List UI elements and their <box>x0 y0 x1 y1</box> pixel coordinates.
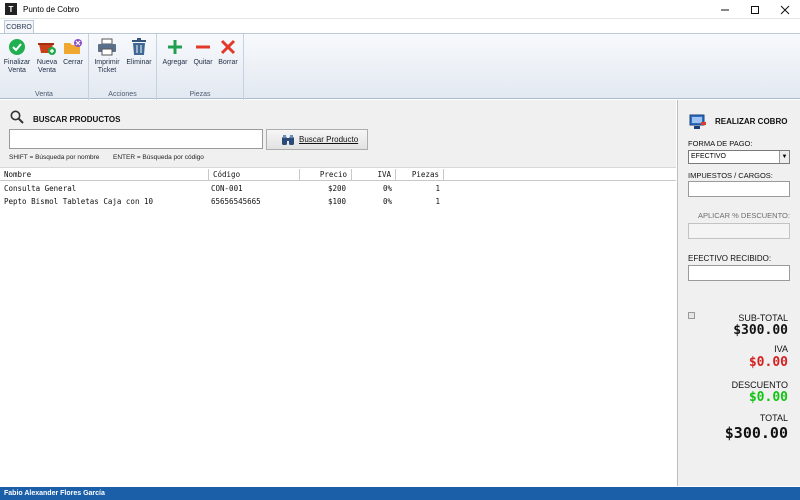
window-controls <box>710 0 800 19</box>
maximize-icon <box>751 5 759 14</box>
plus-icon <box>165 37 185 57</box>
group-label-venta: Venta <box>35 91 53 98</box>
basket-add-icon <box>37 37 57 57</box>
finalizar-venta-button[interactable]: Finalizar Venta <box>3 37 31 75</box>
efectivo-label: EFECTIVO RECIBIDO: <box>688 254 772 263</box>
hint-shift: SHIFT = Búsqueda por nombre <box>9 154 100 161</box>
eliminar-button[interactable]: Eliminar <box>125 37 153 67</box>
finalizar-label-1: Finalizar <box>3 59 31 66</box>
imprimir-label-1: Imprimir <box>94 59 120 66</box>
subtotal-value: $300.00 <box>733 323 788 338</box>
nueva-label-1: Nueva <box>36 59 58 66</box>
finalizar-label-2: Venta <box>8 67 26 74</box>
cell-piezas: 1 <box>435 197 440 206</box>
borrar-label: Borrar <box>218 59 238 66</box>
buscar-producto-button[interactable]: Buscar Producto <box>266 129 368 150</box>
cell-nombre: Pepto Bismol Tabletas Caja con 10 <box>4 197 154 206</box>
ribbon-group-acciones: Imprimir Ticket Eliminar Acciones <box>89 34 157 100</box>
col-codigo[interactable]: Código <box>209 169 300 181</box>
pos-terminal-icon <box>689 114 706 129</box>
cell-codigo: 65656545665 <box>211 197 261 206</box>
binoculars-icon <box>282 134 294 145</box>
tab-cobro[interactable]: COBRO <box>4 20 34 33</box>
folder-close-icon <box>63 37 83 57</box>
cell-precio: $100 <box>327 197 346 206</box>
buscar-producto-label: Buscar Producto <box>299 135 359 144</box>
ribbon-tabs: COBRO <box>0 19 800 33</box>
ribbon-group-piezas: Agregar Quitar Borrar Piezas <box>157 34 244 100</box>
impuestos-input[interactable] <box>688 181 790 197</box>
descuento-value: $0.00 <box>748 390 788 405</box>
quitar-label: Quitar <box>193 59 213 66</box>
search-input[interactable] <box>9 129 263 149</box>
minus-icon <box>193 37 213 57</box>
efectivo-input[interactable] <box>688 265 790 281</box>
descuento-total-label: DESCUENTO <box>731 380 788 390</box>
minimize-button[interactable] <box>710 0 740 19</box>
magnifier-icon <box>10 110 24 124</box>
descuento-checkbox[interactable] <box>688 312 695 319</box>
group-label-acciones: Acciones <box>108 91 137 98</box>
nueva-venta-button[interactable]: Nueva Venta <box>34 37 60 75</box>
maximize-button[interactable] <box>740 0 770 19</box>
col-precio[interactable]: Precio <box>300 169 352 181</box>
forma-pago-select[interactable]: EFECTIVO ▼ <box>688 150 790 164</box>
total-label: TOTAL <box>759 413 788 423</box>
search-panel: BUSCAR PRODUCTOS Buscar Producto SHIFT =… <box>0 100 676 168</box>
col-iva[interactable]: IVA <box>352 169 396 181</box>
impuestos-label: IMPUESTOS / CARGOS: <box>688 171 773 180</box>
status-bar: Fabio Alexander Flores García <box>0 487 800 500</box>
imprimir-ticket-button[interactable]: Imprimir Ticket <box>92 37 122 75</box>
window-title: Punto de Cobro <box>23 4 80 14</box>
subtotal-label: SUB-TOTAL <box>738 313 788 323</box>
cobro-panel: REALIZAR COBRO FORMA DE PAGO: EFECTIVO ▼… <box>677 100 800 486</box>
eliminar-label: Eliminar <box>126 59 152 66</box>
table-row[interactable]: Consulta General CON-001 $200 0% 1 <box>0 182 676 195</box>
cell-iva: 0% <box>382 197 392 206</box>
search-title: BUSCAR PRODUCTOS <box>33 115 121 124</box>
nueva-label-2: Venta <box>38 67 56 74</box>
printer-icon <box>97 37 117 57</box>
col-piezas[interactable]: Piezas <box>396 169 444 181</box>
trash-icon <box>129 37 149 57</box>
forma-pago-value: EFECTIVO <box>691 153 727 160</box>
hint-enter: ENTER = Búsqueda por código <box>113 154 204 161</box>
table-row[interactable]: Pepto Bismol Tabletas Caja con 10 656565… <box>0 195 676 208</box>
agregar-button[interactable]: Agregar <box>160 37 190 67</box>
cell-nombre: Consulta General <box>4 184 77 193</box>
ribbon: Finalizar Venta Nueva Venta Cerrar Venta… <box>0 33 800 100</box>
main-area: BUSCAR PRODUCTOS Buscar Producto SHIFT =… <box>0 100 676 486</box>
iva-label: IVA <box>774 344 788 354</box>
cobro-title: REALIZAR COBRO <box>715 117 788 126</box>
check-circle-icon <box>7 37 27 57</box>
table-header: Nombre Código Precio IVA Piezas <box>0 169 676 181</box>
descuento-input[interactable] <box>688 223 790 239</box>
imprimir-label-2: Ticket <box>97 67 117 74</box>
col-nombre[interactable]: Nombre <box>0 169 209 181</box>
title-bar: T Punto de Cobro <box>0 0 800 19</box>
agregar-label: Agregar <box>162 59 188 66</box>
iva-value: $0.00 <box>748 355 788 370</box>
cell-iva: 0% <box>382 184 392 193</box>
chevron-down-icon: ▼ <box>779 151 789 163</box>
cerrar-label: Cerrar <box>63 59 83 66</box>
app-icon: T <box>5 3 17 15</box>
quitar-button[interactable]: Quitar <box>191 37 215 67</box>
close-button[interactable] <box>770 0 800 19</box>
ribbon-group-venta: Finalizar Venta Nueva Venta Cerrar Venta <box>0 34 89 100</box>
borrar-button[interactable]: Borrar <box>216 37 240 67</box>
descuento-label: APLICAR % DESCUENTO: <box>698 211 790 220</box>
status-user: Fabio Alexander Flores García <box>4 490 105 497</box>
total-value: $300.00 <box>724 424 788 442</box>
x-icon <box>218 37 238 57</box>
cell-piezas: 1 <box>435 184 440 193</box>
forma-pago-label: FORMA DE PAGO: <box>688 139 753 148</box>
cell-precio: $200 <box>327 184 346 193</box>
close-icon <box>780 5 790 14</box>
cerrar-button[interactable]: Cerrar <box>61 37 85 67</box>
cell-codigo: CON-001 <box>211 184 243 193</box>
minimize-icon <box>721 9 729 10</box>
group-label-piezas: Piezas <box>189 91 211 98</box>
